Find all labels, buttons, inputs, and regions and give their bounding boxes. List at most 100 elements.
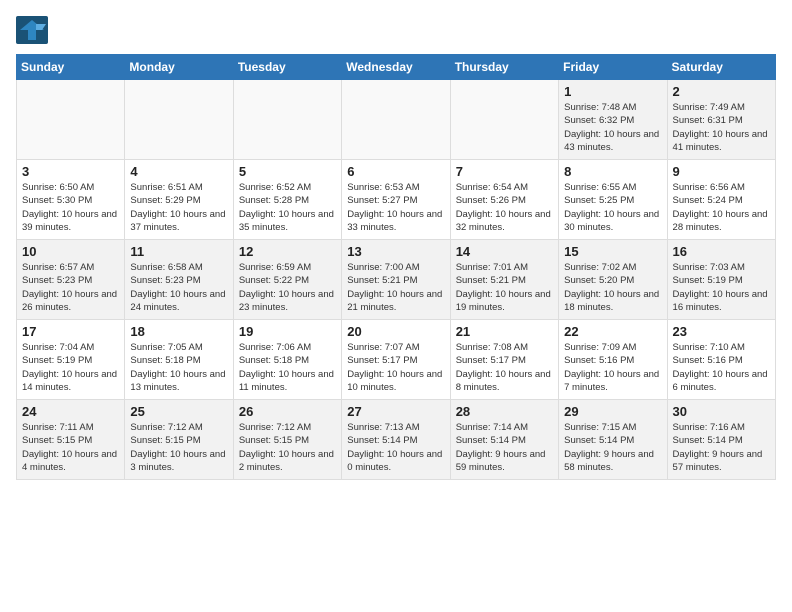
calendar-cell: 2 Sunrise: 7:49 AM Sunset: 6:31 PM Daylig…: [667, 80, 775, 160]
calendar-cell: [125, 80, 233, 160]
day-info: Sunrise: 7:14 AM Sunset: 5:14 PM Dayligh…: [456, 421, 553, 474]
day-number: 1: [564, 84, 661, 99]
day-number: 6: [347, 164, 444, 179]
calendar-cell: 16 Sunrise: 7:03 AM Sunset: 5:19 PM Dayli…: [667, 240, 775, 320]
calendar-cell: 23 Sunrise: 7:10 AM Sunset: 5:16 PM Dayli…: [667, 320, 775, 400]
day-number: 7: [456, 164, 553, 179]
day-number: 13: [347, 244, 444, 259]
day-info: Sunrise: 7:09 AM Sunset: 5:16 PM Dayligh…: [564, 341, 661, 394]
calendar-week-row: 10 Sunrise: 6:57 AM Sunset: 5:23 PM Dayli…: [17, 240, 776, 320]
day-info: Sunrise: 7:10 AM Sunset: 5:16 PM Dayligh…: [673, 341, 770, 394]
day-info: Sunrise: 7:12 AM Sunset: 5:15 PM Dayligh…: [239, 421, 336, 474]
calendar-cell: 18 Sunrise: 7:05 AM Sunset: 5:18 PM Dayli…: [125, 320, 233, 400]
calendar-cell: [342, 80, 450, 160]
calendar-cell: 19 Sunrise: 7:06 AM Sunset: 5:18 PM Dayli…: [233, 320, 341, 400]
day-info: Sunrise: 7:03 AM Sunset: 5:19 PM Dayligh…: [673, 261, 770, 314]
day-number: 20: [347, 324, 444, 339]
day-number: 12: [239, 244, 336, 259]
day-info: Sunrise: 7:05 AM Sunset: 5:18 PM Dayligh…: [130, 341, 227, 394]
calendar-cell: 8Sunrise: 6:55 AM Sunset: 5:25 PM Daylig…: [559, 160, 667, 240]
day-number: 3: [22, 164, 119, 179]
calendar-cell: 27 Sunrise: 7:13 AM Sunset: 5:14 PM Dayli…: [342, 400, 450, 480]
calendar-cell: 5 Sunrise: 6:52 AM Sunset: 5:28 PM Daylig…: [233, 160, 341, 240]
day-info: Sunrise: 6:52 AM Sunset: 5:28 PM Dayligh…: [239, 181, 336, 234]
day-number: 29: [564, 404, 661, 419]
day-info: Sunrise: 7:08 AM Sunset: 5:17 PM Dayligh…: [456, 341, 553, 394]
day-info: Sunrise: 7:15 AM Sunset: 5:14 PM Dayligh…: [564, 421, 661, 474]
day-number: 23: [673, 324, 770, 339]
day-number: 25: [130, 404, 227, 419]
weekday-header: Saturday: [667, 55, 775, 80]
day-number: 15: [564, 244, 661, 259]
day-number: 26: [239, 404, 336, 419]
day-info: Sunrise: 6:57 AM Sunset: 5:23 PM Dayligh…: [22, 261, 119, 314]
day-info: Sunrise: 7:16 AM Sunset: 5:14 PM Dayligh…: [673, 421, 770, 474]
day-number: 16: [673, 244, 770, 259]
calendar-cell: 13 Sunrise: 7:00 AM Sunset: 5:21 PM Dayli…: [342, 240, 450, 320]
calendar-cell: 7 Sunrise: 6:54 AM Sunset: 5:26 PM Daylig…: [450, 160, 558, 240]
calendar-cell: 3 Sunrise: 6:50 AM Sunset: 5:30 PM Daylig…: [17, 160, 125, 240]
day-info: Sunrise: 6:56 AM Sunset: 5:24 PM Dayligh…: [673, 181, 770, 234]
calendar-cell: [450, 80, 558, 160]
calendar-cell: 9 Sunrise: 6:56 AM Sunset: 5:24 PM Daylig…: [667, 160, 775, 240]
day-number: 9: [673, 164, 770, 179]
day-number: 11: [130, 244, 227, 259]
day-number: 21: [456, 324, 553, 339]
day-info: Sunrise: 7:49 AM Sunset: 6:31 PM Dayligh…: [673, 101, 770, 154]
calendar-cell: 11 Sunrise: 6:58 AM Sunset: 5:23 PM Dayli…: [125, 240, 233, 320]
calendar-cell: 6 Sunrise: 6:53 AM Sunset: 5:27 PM Daylig…: [342, 160, 450, 240]
day-info: Sunrise: 6:59 AM Sunset: 5:22 PM Dayligh…: [239, 261, 336, 314]
calendar-cell: 24Sunrise: 7:11 AM Sunset: 5:15 PM Dayli…: [17, 400, 125, 480]
day-info: Sunrise: 6:58 AM Sunset: 5:23 PM Dayligh…: [130, 261, 227, 314]
day-info: Sunrise: 7:07 AM Sunset: 5:17 PM Dayligh…: [347, 341, 444, 394]
weekday-header: Sunday: [17, 55, 125, 80]
calendar-cell: 10 Sunrise: 6:57 AM Sunset: 5:23 PM Dayli…: [17, 240, 125, 320]
day-info: Sunrise: 7:06 AM Sunset: 5:18 PM Dayligh…: [239, 341, 336, 394]
day-number: 30: [673, 404, 770, 419]
calendar-table: SundayMondayTuesdayWednesdayThursdayFrid…: [16, 54, 776, 480]
calendar-cell: [17, 80, 125, 160]
calendar-week-row: 17 Sunrise: 7:04 AM Sunset: 5:19 PM Dayli…: [17, 320, 776, 400]
day-number: 19: [239, 324, 336, 339]
day-number: 22: [564, 324, 661, 339]
weekday-header: Tuesday: [233, 55, 341, 80]
calendar-cell: 28 Sunrise: 7:14 AM Sunset: 5:14 PM Dayli…: [450, 400, 558, 480]
calendar-cell: 25 Sunrise: 7:12 AM Sunset: 5:15 PM Dayli…: [125, 400, 233, 480]
weekday-header: Friday: [559, 55, 667, 80]
calendar-cell: 15 Sunrise: 7:02 AM Sunset: 5:20 PM Dayli…: [559, 240, 667, 320]
day-number: 24: [22, 404, 119, 419]
day-number: 17: [22, 324, 119, 339]
day-info: Sunrise: 6:55 AM Sunset: 5:25 PM Dayligh…: [564, 181, 661, 234]
calendar-cell: 29 Sunrise: 7:15 AM Sunset: 5:14 PM Dayli…: [559, 400, 667, 480]
calendar-cell: [233, 80, 341, 160]
day-number: 14: [456, 244, 553, 259]
day-info: Sunrise: 7:00 AM Sunset: 5:21 PM Dayligh…: [347, 261, 444, 314]
day-info: Sunrise: 7:01 AM Sunset: 5:21 PM Dayligh…: [456, 261, 553, 314]
day-number: 4: [130, 164, 227, 179]
calendar-cell: 12 Sunrise: 6:59 AM Sunset: 5:22 PM Dayli…: [233, 240, 341, 320]
day-info: Sunrise: 7:13 AM Sunset: 5:14 PM Dayligh…: [347, 421, 444, 474]
calendar-cell: 30 Sunrise: 7:16 AM Sunset: 5:14 PM Dayli…: [667, 400, 775, 480]
day-info: Sunrise: 6:53 AM Sunset: 5:27 PM Dayligh…: [347, 181, 444, 234]
day-info: Sunrise: 7:04 AM Sunset: 5:19 PM Dayligh…: [22, 341, 119, 394]
day-number: 18: [130, 324, 227, 339]
day-info: Sunrise: 7:48 AM Sunset: 6:32 PM Dayligh…: [564, 101, 661, 154]
day-info: Sunrise: 7:02 AM Sunset: 5:20 PM Dayligh…: [564, 261, 661, 314]
calendar-cell: 20 Sunrise: 7:07 AM Sunset: 5:17 PM Dayli…: [342, 320, 450, 400]
weekday-header: Monday: [125, 55, 233, 80]
weekday-header: Wednesday: [342, 55, 450, 80]
calendar-week-row: 24Sunrise: 7:11 AM Sunset: 5:15 PM Dayli…: [17, 400, 776, 480]
calendar-cell: 17 Sunrise: 7:04 AM Sunset: 5:19 PM Dayli…: [17, 320, 125, 400]
day-number: 2: [673, 84, 770, 99]
day-number: 28: [456, 404, 553, 419]
calendar-cell: 14 Sunrise: 7:01 AM Sunset: 5:21 PM Dayli…: [450, 240, 558, 320]
page-header: [16, 16, 776, 44]
day-number: 5: [239, 164, 336, 179]
day-number: 27: [347, 404, 444, 419]
day-number: 10: [22, 244, 119, 259]
logo-icon: [16, 16, 48, 44]
day-info: Sunrise: 6:54 AM Sunset: 5:26 PM Dayligh…: [456, 181, 553, 234]
logo: [16, 16, 52, 44]
day-info: Sunrise: 6:50 AM Sunset: 5:30 PM Dayligh…: [22, 181, 119, 234]
day-info: Sunrise: 7:12 AM Sunset: 5:15 PM Dayligh…: [130, 421, 227, 474]
